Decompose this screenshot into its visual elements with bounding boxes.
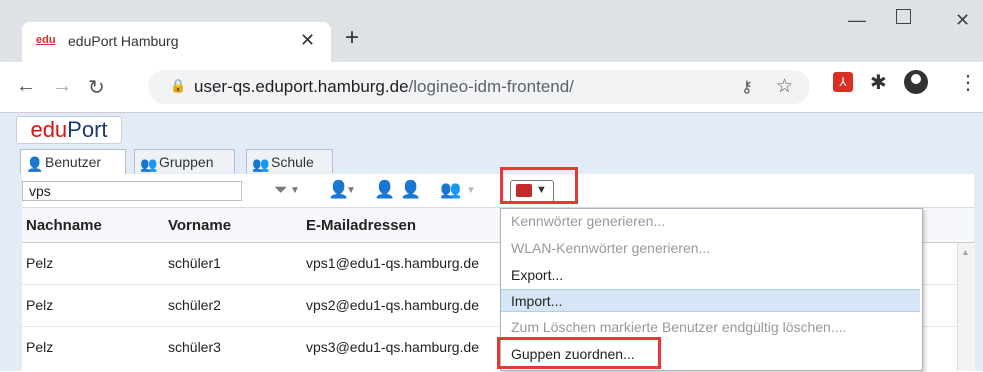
school-icon: 👥 xyxy=(252,156,270,172)
tab-favicon-icon: edu xyxy=(36,34,56,46)
address-bar[interactable]: 🔒 user-qs.eduport.hamburg.de/logineo-idm… xyxy=(148,70,810,104)
menu-item-export[interactable]: Export... xyxy=(501,264,920,287)
forward-icon[interactable]: → xyxy=(52,75,72,98)
column-header-email[interactable]: E-Mailadressen xyxy=(306,217,416,234)
cell-email: vps3@edu1-qs.hamburg.de xyxy=(306,339,479,355)
filter-dropdown-icon[interactable]: ▼ xyxy=(290,185,300,196)
cell-vorname: schüler3 xyxy=(168,339,221,355)
table-scrollbar[interactable]: ▲ xyxy=(957,243,975,371)
tab-label: Gruppen xyxy=(159,154,214,170)
tab-gruppen[interactable]: 👥 Gruppen xyxy=(134,149,235,173)
cell-nachname: Pelz xyxy=(26,339,54,355)
pdf-extension-icon[interactable]: ⅄ xyxy=(833,72,853,92)
extensions-puzzle-icon[interactable]: ✱ xyxy=(870,70,887,95)
user-toolbar: ⏷ ▼ 👤 ▼ 👤 👤 👥 ▼ ▼ xyxy=(22,174,974,208)
group-action-icon[interactable]: 👥 xyxy=(440,180,461,200)
filter-icon[interactable]: ⏷ xyxy=(274,180,288,200)
profile-icon[interactable] xyxy=(904,70,928,94)
maximize-icon[interactable] xyxy=(896,9,911,24)
minimize-icon[interactable]: — xyxy=(848,10,866,31)
menu-item-wlan-kennwoerter[interactable]: WLAN-Kennwörter generieren... xyxy=(501,237,920,260)
browser-tab-strip: edu eduPort Hamburg ✕ + — ✕ xyxy=(0,0,983,62)
star-icon[interactable]: ☆ xyxy=(776,75,793,98)
url-path: /logineo-idm-frontend/ xyxy=(408,77,574,96)
more-menu-icon[interactable]: ⋮ xyxy=(958,70,978,95)
highlight-box-gruppen-zuordnen xyxy=(497,337,661,369)
group-action-dropdown-icon[interactable]: ▼ xyxy=(466,185,476,196)
reload-icon[interactable]: ↻ xyxy=(88,75,105,100)
new-tab-button[interactable]: + xyxy=(345,26,359,50)
tab-title: eduPort Hamburg xyxy=(68,33,179,49)
delete-user-icon[interactable]: 👤 xyxy=(400,180,421,200)
menu-item-delete-marked[interactable]: Zum Löschen markierte Benutzer endgültig… xyxy=(501,316,920,339)
window-close-icon[interactable]: ✕ xyxy=(955,10,970,31)
cell-email: vps1@edu1-qs.hamburg.de xyxy=(306,255,479,271)
scroll-up-icon[interactable]: ▲ xyxy=(961,247,970,257)
cell-vorname: schüler1 xyxy=(168,255,221,271)
url-host: user-qs.eduport.hamburg.de xyxy=(194,77,409,96)
cell-email: vps2@edu1-qs.hamburg.de xyxy=(306,297,479,313)
browser-tab[interactable]: edu eduPort Hamburg ✕ xyxy=(22,22,331,62)
group-icon: 👥 xyxy=(140,156,158,172)
tab-close-icon[interactable]: ✕ xyxy=(300,30,315,51)
column-header-vorname[interactable]: Vorname xyxy=(168,217,231,234)
search-input[interactable] xyxy=(22,181,242,201)
cell-nachname: Pelz xyxy=(26,297,54,313)
menu-item-import[interactable]: Import... xyxy=(501,289,920,312)
url-text[interactable]: user-qs.eduport.hamburg.de/logineo-idm-f… xyxy=(194,77,574,97)
browser-toolbar: ← → ↻ 🔒 user-qs.eduport.hamburg.de/login… xyxy=(0,62,983,113)
user-icon: 👤 xyxy=(26,156,44,172)
add-user-dropdown-icon[interactable]: ▼ xyxy=(346,185,356,196)
tab-schule[interactable]: 👥 Schule xyxy=(246,149,333,173)
tab-label: Schule xyxy=(271,154,314,170)
key-icon[interactable]: ⚷ xyxy=(741,77,753,97)
menu-item-kennwoerter[interactable]: Kennwörter generieren... xyxy=(501,210,920,233)
eduport-logo: eduPort xyxy=(16,116,122,144)
column-header-nachname[interactable]: Nachname xyxy=(26,217,102,234)
back-icon[interactable]: ← xyxy=(16,75,36,98)
highlight-box-tools xyxy=(500,167,578,204)
tab-label: Benutzer xyxy=(45,154,102,170)
tab-benutzer[interactable]: 👤 Benutzer xyxy=(20,149,126,174)
lock-icon[interactable]: 🔒 xyxy=(170,78,186,94)
cell-vorname: schüler2 xyxy=(168,297,221,313)
cell-nachname: Pelz xyxy=(26,255,54,271)
edit-user-icon[interactable]: 👤 xyxy=(374,180,395,200)
